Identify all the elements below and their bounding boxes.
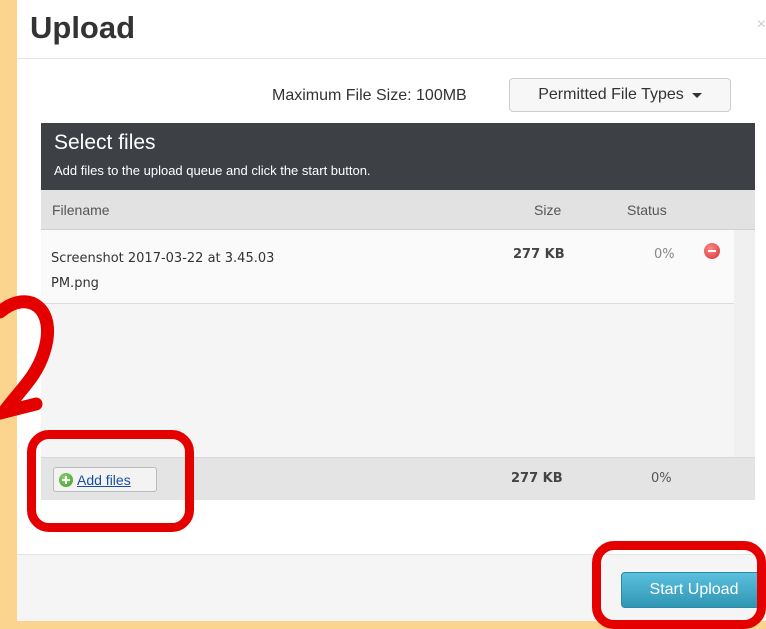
step-number-annotation: [0, 295, 55, 420]
permitted-file-types-button[interactable]: Permitted File Types: [509, 78, 731, 112]
file-name-line-1: Screenshot 2017-03-22 at 3.45.03: [51, 251, 275, 266]
total-size: 277 KB: [511, 471, 563, 486]
file-name: Screenshot 2017-03-22 at 3.45.03 PM.png: [51, 246, 351, 296]
total-status: 0%: [651, 471, 672, 486]
uploader-title: Select files: [54, 131, 156, 154]
column-header-row: Filename Size Status: [41, 190, 755, 230]
max-file-size-label: Maximum File Size: 100MB: [272, 87, 467, 104]
uploader-subtitle: Add files to the upload queue and click …: [54, 163, 371, 178]
permitted-file-types-label: Permitted File Types: [538, 86, 684, 103]
file-row: Screenshot 2017-03-22 at 3.45.03 PM.png …: [41, 230, 734, 304]
dialog-header: Upload ×: [17, 0, 766, 59]
file-size: 277 KB: [513, 247, 565, 262]
file-list: Screenshot 2017-03-22 at 3.45.03 PM.png …: [41, 230, 734, 457]
uploader-header: Select files Add files to the upload que…: [41, 123, 755, 190]
start-upload-highlight: [592, 541, 766, 629]
add-files-highlight: [27, 430, 194, 532]
dialog-title: Upload: [30, 10, 136, 45]
column-filename: Filename: [52, 202, 110, 218]
column-size: Size: [534, 202, 562, 218]
column-status: Status: [627, 202, 667, 218]
file-status: 0%: [654, 247, 675, 262]
file-name-line-2: PM.png: [51, 276, 99, 291]
caret-down-icon: [691, 92, 702, 98]
remove-file-icon[interactable]: [704, 243, 720, 259]
close-icon[interactable]: ×: [757, 16, 766, 34]
